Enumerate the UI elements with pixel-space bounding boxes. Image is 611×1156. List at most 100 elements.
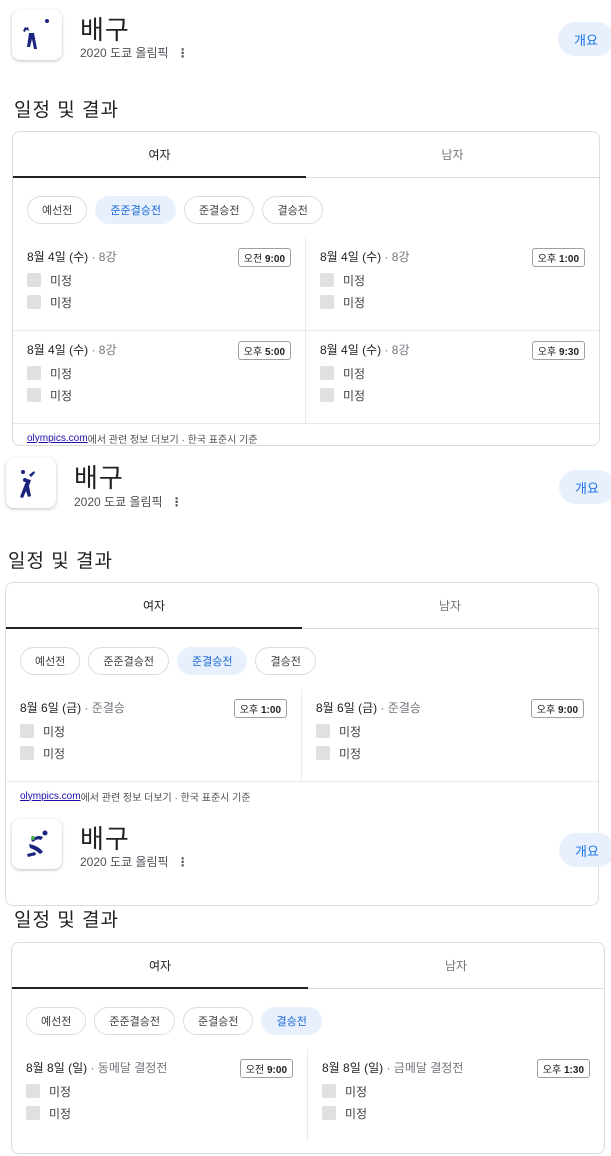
match-date-text: 8월 4일 (수) xyxy=(320,343,382,357)
match-round: · 8강 xyxy=(88,343,117,357)
match-card[interactable]: 8월 4일 (수) · 8강 오후 9:30 미정 미정 xyxy=(306,330,599,423)
team-name: 미정 xyxy=(50,273,73,288)
section-title: 일정 및 결과 xyxy=(8,551,113,572)
team-flag-placeholder xyxy=(26,1106,40,1120)
match-date-text: 8월 8일 (일) xyxy=(26,1061,88,1075)
sport-title: 배구 xyxy=(80,824,130,854)
round-chip[interactable]: 준결승전 xyxy=(176,647,248,675)
match-time-badge: 오후 1:00 xyxy=(233,699,287,718)
more-options-icon[interactable]: ⋮ xyxy=(177,46,189,60)
match-time-badge: 오전 9:00 xyxy=(239,1059,293,1078)
source-link[interactable]: olympics.com xyxy=(27,433,88,444)
gender-tabs: 여자 남자 xyxy=(12,943,604,989)
match-date-text: 8월 4일 (수) xyxy=(27,250,89,264)
event-subtitle: 2020 도쿄 올림픽 ⋮ xyxy=(80,853,189,870)
team-name: 미정 xyxy=(345,1084,368,1099)
team-flag-placeholder xyxy=(322,1084,336,1098)
match-round: · 8강 xyxy=(381,250,410,264)
match-round: · 동메달 결정전 xyxy=(87,1061,168,1075)
match-round: · 준결승 xyxy=(81,701,125,715)
match-card[interactable]: 8월 6일 (금) · 준결승 오후 1:00 미정 미정 xyxy=(6,689,302,781)
tab-men[interactable]: 남자 xyxy=(306,132,599,177)
round-chip[interactable]: 준결승전 xyxy=(183,196,255,224)
match-date-text: 8월 4일 (수) xyxy=(320,250,382,264)
schedule-card: 여자 남자 예선전 준준결승전 준결승전 결승전 8월 4일 (수) · 8강 오전 9:00… xyxy=(12,131,600,446)
team-flag-placeholder xyxy=(20,724,34,738)
match-card[interactable]: 8월 8일 (일) · 금메달 결정전 오후 1:30 미정 미정 xyxy=(308,1049,604,1141)
round-chip[interactable]: 예선전 xyxy=(20,647,81,675)
tab-men[interactable]: 남자 xyxy=(302,583,598,628)
more-options-icon[interactable]: ⋮ xyxy=(171,495,183,509)
event-subtitle: 2020 도쿄 올림픽 ⋮ xyxy=(80,44,189,61)
team-flag-placeholder xyxy=(316,724,330,738)
match-time-badge: 오전 9:00 xyxy=(237,248,291,267)
team-row: 미정 xyxy=(26,1106,293,1121)
overview-button[interactable]: 개요 xyxy=(558,22,611,56)
team-row: 미정 xyxy=(320,366,585,381)
round-chip[interactable]: 예선전 xyxy=(26,1007,87,1035)
team-name: 미정 xyxy=(343,295,366,310)
team-flag-placeholder xyxy=(320,388,334,402)
match-round: · 8강 xyxy=(88,250,117,264)
source-link[interactable]: olympics.com xyxy=(20,791,81,802)
match-grid: 8월 4일 (수) · 8강 오전 9:00 미정 미정 8월 4일 (수) · 8강 오… xyxy=(13,238,599,423)
match-time: 1:30 xyxy=(563,1065,584,1076)
team-flag-placeholder xyxy=(322,1106,336,1120)
team-flag-placeholder xyxy=(27,295,41,309)
team-row: 미정 xyxy=(20,724,287,739)
match-date-text: 8월 6일 (금) xyxy=(20,701,82,715)
team-row: 미정 xyxy=(322,1106,590,1121)
match-card[interactable]: 8월 4일 (수) · 8강 오전 9:00 미정 미정 xyxy=(13,238,306,330)
round-chip[interactable]: 준준결승전 xyxy=(95,196,176,224)
team-row: 미정 xyxy=(316,746,584,761)
match-card[interactable]: 8월 8일 (일) · 동메달 결정전 오전 9:00 미정 미정 xyxy=(12,1049,308,1141)
team-flag-placeholder xyxy=(20,746,34,760)
overview-button[interactable]: 개요 xyxy=(559,833,611,867)
volleyball-player-icon xyxy=(27,830,48,857)
tab-women[interactable]: 여자 xyxy=(12,943,308,989)
match-time-badge: 오후 1:30 xyxy=(536,1059,590,1078)
sport-block: 배구 2020 도쿄 올림픽 ⋮ 개요일정 및 결과여자 남자예선전 준준결승전 준결승전 결… xyxy=(0,815,611,1156)
match-card[interactable]: 8월 4일 (수) · 8강 오후 1:00 미정 미정 xyxy=(306,238,599,330)
tab-men[interactable]: 남자 xyxy=(308,943,604,988)
match-card[interactable]: 8월 6일 (금) · 준결승 오후 9:00 미정 미정 xyxy=(302,689,598,781)
match-time: 5:00 xyxy=(264,347,285,358)
tab-women[interactable]: 여자 xyxy=(13,132,306,178)
overview-button[interactable]: 개요 xyxy=(559,470,611,504)
match-time: 9:00 xyxy=(264,254,285,265)
match-card[interactable]: 8월 4일 (수) · 8강 오후 5:00 미정 미정 xyxy=(13,330,306,423)
team-row: 미정 xyxy=(320,273,585,288)
team-row: 미정 xyxy=(27,295,291,310)
team-row: 미정 xyxy=(316,724,584,739)
match-ampm: 오후 xyxy=(542,1065,562,1076)
round-chip[interactable]: 결승전 xyxy=(262,196,323,224)
sport-logo xyxy=(12,819,62,869)
team-row: 미정 xyxy=(27,273,291,288)
section-title: 일정 및 결과 xyxy=(14,910,119,931)
tab-women[interactable]: 여자 xyxy=(6,583,302,629)
more-options-icon[interactable]: ⋮ xyxy=(177,855,189,869)
team-flag-placeholder xyxy=(27,273,41,287)
team-name: 미정 xyxy=(49,1106,72,1121)
round-chip[interactable]: 준준결승전 xyxy=(94,1007,175,1035)
round-chip[interactable]: 결승전 xyxy=(261,1007,322,1035)
round-filter: 예선전 준준결승전 준결승전 결승전 xyxy=(13,178,599,238)
match-date-text: 8월 4일 (수) xyxy=(27,343,89,357)
match-time-badge: 오후 1:00 xyxy=(531,248,585,267)
round-filter: 예선전 준준결승전 준결승전 결승전 xyxy=(6,629,598,689)
match-ampm: 오후 xyxy=(536,705,556,716)
round-chip[interactable]: 준결승전 xyxy=(182,1007,254,1035)
team-flag-placeholder xyxy=(320,295,334,309)
round-chip[interactable]: 결승전 xyxy=(255,647,316,675)
team-row: 미정 xyxy=(27,388,291,403)
round-chip[interactable]: 예선전 xyxy=(27,196,88,224)
team-row: 미정 xyxy=(322,1084,590,1099)
team-name: 미정 xyxy=(343,388,366,403)
team-name: 미정 xyxy=(43,724,66,739)
event-subtitle: 2020 도쿄 올림픽 ⋮ xyxy=(74,493,183,510)
match-ampm: 오후 xyxy=(537,347,557,358)
sport-title: 배구 xyxy=(80,15,130,45)
round-chip[interactable]: 준준결승전 xyxy=(88,647,169,675)
event-name: 2020 도쿄 올림픽 xyxy=(80,855,169,869)
team-flag-placeholder xyxy=(320,366,334,380)
